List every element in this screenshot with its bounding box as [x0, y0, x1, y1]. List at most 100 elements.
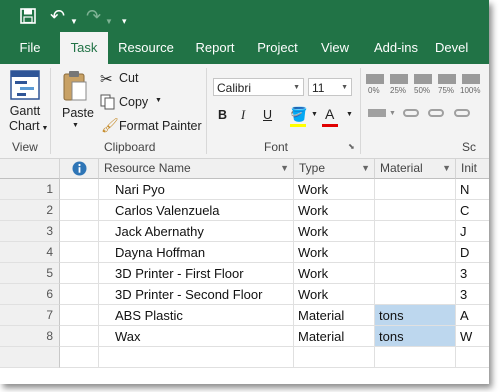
type-cell[interactable]: Material — [294, 305, 375, 326]
material-cell[interactable] — [375, 179, 456, 200]
cut-button[interactable]: Cut — [119, 71, 138, 85]
material-cell[interactable]: tons — [375, 326, 456, 347]
indicator-cell[interactable] — [60, 263, 99, 284]
initials-cell[interactable]: A — [456, 305, 489, 326]
column-filter-icon[interactable]: ▼ — [442, 159, 451, 178]
empty-indicator-cell[interactable] — [60, 347, 99, 368]
unlink-icon[interactable] — [454, 109, 470, 117]
type-cell[interactable]: Material — [294, 326, 375, 347]
tab-view[interactable]: View — [313, 32, 357, 64]
column-header-resource-name[interactable]: Resource Name ▼ — [99, 159, 294, 179]
underline-button[interactable]: U — [263, 108, 272, 122]
material-cell[interactable]: tons — [375, 305, 456, 326]
chevron-down-icon[interactable]: ▼ — [40, 125, 49, 132]
format-painter-button[interactable]: Format Painter — [119, 119, 202, 133]
resource-name-cell[interactable]: Carlos Valenzuela — [99, 200, 294, 221]
type-cell[interactable]: Work — [294, 242, 375, 263]
tab-report[interactable]: Report — [187, 32, 243, 64]
row-number[interactable]: 6 — [0, 284, 60, 305]
customize-qat-icon[interactable]: ▾ — [122, 11, 127, 31]
resource-name-cell[interactable]: 3D Printer - First Floor — [99, 263, 294, 284]
type-cell[interactable]: Work — [294, 284, 375, 305]
paste-button[interactable]: Paste — [62, 106, 94, 120]
row-number[interactable]: 7 — [0, 305, 60, 326]
percent-0-button[interactable] — [366, 74, 384, 84]
percent-75-button[interactable] — [438, 74, 456, 84]
column-header-type[interactable]: Type ▼ — [294, 159, 375, 179]
fill-color-icon[interactable]: 🪣 — [290, 106, 307, 123]
redo-icon[interactable]: ↷ — [86, 6, 101, 26]
font-color-button[interactable]: A — [325, 106, 334, 122]
indicator-cell[interactable] — [60, 326, 99, 347]
row-number[interactable]: 5 — [0, 263, 60, 284]
inactivate-icon[interactable] — [428, 109, 444, 117]
percent-100-button[interactable] — [462, 74, 480, 84]
row-number[interactable]: 3 — [0, 221, 60, 242]
material-cell[interactable] — [375, 263, 456, 284]
material-cell[interactable] — [375, 221, 456, 242]
dialog-launcher-icon[interactable]: ⬊ — [348, 142, 355, 151]
row-number[interactable]: 1 — [0, 179, 60, 200]
row-number[interactable]: 4 — [0, 242, 60, 263]
mark-on-track-dropdown-icon[interactable]: ▼ — [389, 110, 396, 117]
percent-25-button[interactable] — [390, 74, 408, 84]
indicator-cell[interactable] — [60, 179, 99, 200]
tab-task[interactable]: Task — [60, 32, 108, 64]
resource-name-cell[interactable]: ABS Plastic — [99, 305, 294, 326]
resource-name-cell[interactable]: Wax — [99, 326, 294, 347]
resource-name-cell[interactable]: Jack Abernathy — [99, 221, 294, 242]
material-cell[interactable] — [375, 284, 456, 305]
indicator-cell[interactable] — [60, 242, 99, 263]
percent-50-button[interactable] — [414, 74, 432, 84]
mark-on-track-icon[interactable] — [368, 109, 386, 117]
initials-cell[interactable]: 3 — [456, 263, 489, 284]
italic-button[interactable]: I — [241, 108, 245, 123]
initials-cell[interactable]: 3 — [456, 284, 489, 305]
material-cell[interactable] — [375, 242, 456, 263]
select-all-corner[interactable] — [0, 159, 60, 179]
resource-name-cell[interactable]: Dayna Hoffman — [99, 242, 294, 263]
type-cell[interactable]: Work — [294, 200, 375, 221]
save-icon[interactable] — [20, 8, 36, 24]
tab-add-ins[interactable]: Add-ins — [367, 32, 425, 64]
column-filter-icon[interactable]: ▼ — [280, 159, 289, 178]
initials-cell[interactable]: N — [456, 179, 489, 200]
column-header-material[interactable]: Material ▼ — [375, 159, 456, 179]
undo-dropdown-icon[interactable]: ▼ — [70, 12, 78, 32]
column-header-initials[interactable]: Init — [456, 159, 489, 179]
paste-dropdown-icon[interactable]: ▼ — [72, 122, 79, 129]
initials-cell[interactable]: C — [456, 200, 489, 221]
indicator-cell[interactable] — [60, 284, 99, 305]
undo-icon[interactable]: ↶ — [50, 6, 65, 26]
initials-cell[interactable]: J — [456, 221, 489, 242]
empty-initials-cell[interactable] — [456, 347, 489, 368]
material-cell[interactable] — [375, 200, 456, 221]
empty-material-cell[interactable] — [375, 347, 456, 368]
copy-button[interactable]: Copy — [119, 95, 148, 109]
tab-resource[interactable]: Resource — [113, 32, 179, 64]
type-cell[interactable]: Work — [294, 263, 375, 284]
font-name-combo[interactable]: Calibri ▼ — [213, 78, 304, 96]
bold-button[interactable]: B — [218, 108, 227, 122]
tab-developer[interactable]: Devel — [435, 32, 489, 64]
chevron-down-icon[interactable]: ▼ — [341, 79, 348, 97]
paste-icon[interactable] — [62, 70, 88, 102]
empty-row-number[interactable] — [0, 347, 60, 368]
tab-file[interactable]: File — [8, 32, 52, 64]
initials-cell[interactable]: W — [456, 326, 489, 347]
font-color-dropdown-icon[interactable]: ▼ — [346, 111, 353, 118]
respect-links-icon[interactable] — [403, 109, 419, 117]
tab-project[interactable]: Project — [249, 32, 306, 64]
type-cell[interactable]: Work — [294, 221, 375, 242]
chevron-down-icon[interactable]: ▼ — [293, 79, 300, 97]
row-number[interactable]: 2 — [0, 200, 60, 221]
indicators-header[interactable] — [60, 159, 99, 179]
copy-dropdown-icon[interactable]: ▼ — [155, 97, 162, 104]
type-cell[interactable]: Work — [294, 179, 375, 200]
indicator-cell[interactable] — [60, 221, 99, 242]
resource-name-cell[interactable]: Nari Pyo — [99, 179, 294, 200]
indicator-cell[interactable] — [60, 200, 99, 221]
gantt-chart-button[interactable]: Gantt Chart ▼ — [9, 104, 48, 136]
initials-cell[interactable]: D — [456, 242, 489, 263]
fill-color-dropdown-icon[interactable]: ▼ — [311, 111, 318, 118]
